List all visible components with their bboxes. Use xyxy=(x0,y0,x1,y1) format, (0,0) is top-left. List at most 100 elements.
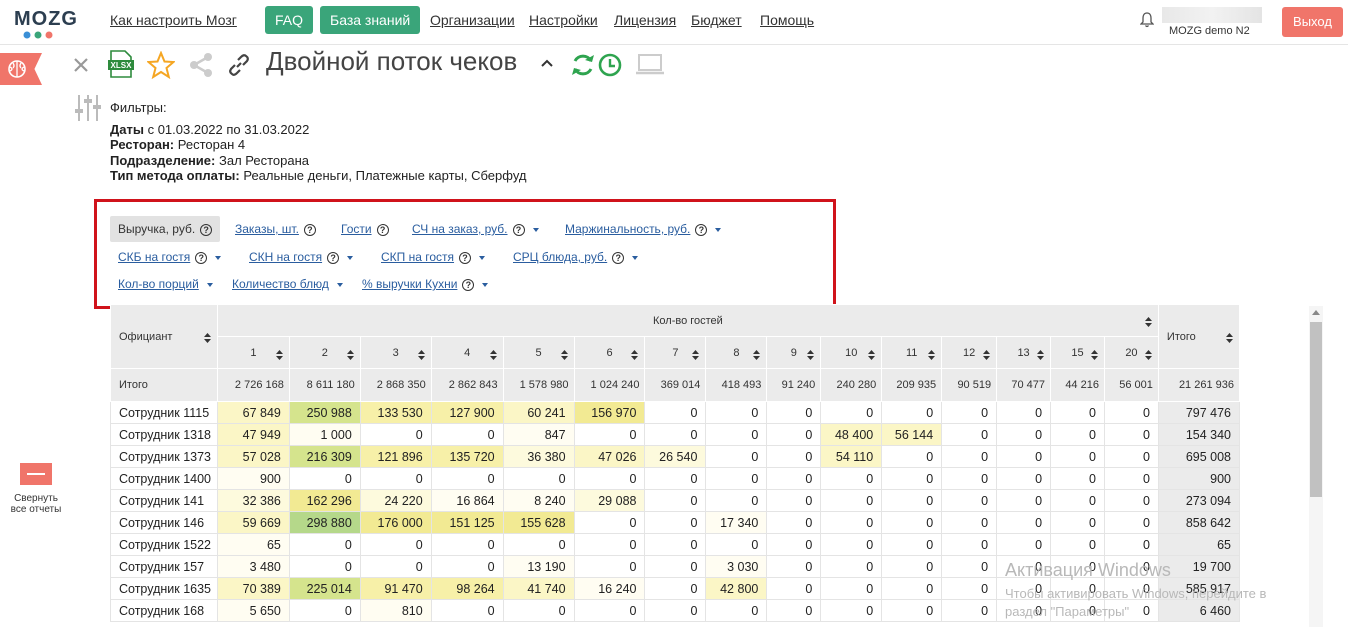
guests-col-9[interactable]: 9 xyxy=(766,336,822,369)
sort-icon[interactable] xyxy=(1090,350,1098,360)
value-cell: 0 xyxy=(881,401,943,424)
guests-col-11[interactable]: 11 xyxy=(881,336,943,369)
table-row[interactable]: Сотрудник 157 3 480 0 0 0 13 190 0 0 3 030 0 0 0 0 0 0… xyxy=(110,555,1240,578)
monitor-icon[interactable] xyxy=(635,53,665,77)
sort-icon[interactable] xyxy=(1144,317,1152,327)
sort-icon[interactable] xyxy=(1037,350,1045,360)
sort-icon[interactable] xyxy=(1144,350,1152,360)
guests-col-5[interactable]: 5 xyxy=(502,336,575,369)
scrollbar-thumb[interactable] xyxy=(1310,322,1322,497)
nav-help[interactable]: Помощь xyxy=(760,12,814,28)
sort-icon[interactable] xyxy=(928,350,936,360)
metric-dish-count[interactable]: Количество блюд xyxy=(232,277,343,291)
close-icon[interactable] xyxy=(72,56,90,74)
metric-orders[interactable]: Заказы, шт.? xyxy=(235,222,316,236)
metric-skb-per-guest[interactable]: СКБ на гостя? xyxy=(118,250,222,264)
vertical-scrollbar[interactable] xyxy=(1309,306,1323,627)
sort-icon[interactable] xyxy=(417,350,425,360)
guests-col-15[interactable]: 15 xyxy=(1050,336,1105,369)
sort-icon[interactable] xyxy=(807,350,815,360)
metric-kitchen-revenue-pct[interactable]: % выручки Кухни? xyxy=(362,277,489,291)
bell-icon[interactable] xyxy=(1140,12,1154,28)
table-row[interactable]: Сотрудник 1400 900 0 0 0 0 0 0 0 0 0 0 0 0 0 0 900 xyxy=(110,467,1240,490)
totals-row: Итого 2 726 168 8 611 180 2 868 350 2 862 84… xyxy=(110,368,1240,402)
value-cell: 13 190 xyxy=(502,555,575,578)
sort-icon[interactable] xyxy=(1226,332,1233,343)
guests-col-1[interactable]: 1 xyxy=(216,336,290,369)
guests-col-8[interactable]: 8 xyxy=(705,336,768,369)
xlsx-export-icon[interactable]: XLSX xyxy=(108,50,134,78)
collapse-icon xyxy=(20,463,52,485)
mozg-logo[interactable]: MOZG xyxy=(14,6,77,39)
metric-revenue[interactable]: Выручка, руб.? xyxy=(110,216,221,242)
share-icon[interactable] xyxy=(188,52,214,78)
sort-icon[interactable] xyxy=(489,350,497,360)
value-cell: 54 110 xyxy=(820,445,883,468)
guests-col-7[interactable]: 7 xyxy=(644,336,707,369)
guests-col-10[interactable]: 10 xyxy=(820,336,883,369)
scroll-up-arrow-icon[interactable] xyxy=(1312,310,1320,315)
clock-icon[interactable] xyxy=(597,52,623,78)
user-name[interactable]: MOZG demo N2 xyxy=(1169,25,1250,37)
value-cell: 0 xyxy=(996,489,1052,512)
guests-group-header[interactable]: Кол-во гостей xyxy=(216,304,1159,337)
reports-side-tab[interactable] xyxy=(0,53,42,85)
totals-cell: 56 001 xyxy=(1103,368,1159,402)
sort-icon[interactable] xyxy=(631,350,639,360)
value-cell: 216 309 xyxy=(288,445,361,468)
table-row[interactable]: Сотрудник 1373 57 028 216 309 121 896 135 72… xyxy=(110,445,1240,468)
collapse-all-reports[interactable]: Свернуть все отчеты xyxy=(6,463,66,515)
sort-icon[interactable] xyxy=(692,350,700,360)
table-row[interactable]: Сотрудник 141 32 386 162 296 24 220 16 864 8 … xyxy=(110,489,1240,512)
refresh-icon[interactable] xyxy=(570,52,596,78)
value-cell: 57 028 xyxy=(216,445,290,468)
value-cell: 0 xyxy=(573,423,646,446)
guests-col-2[interactable]: 2 xyxy=(288,336,361,369)
nav-license[interactable]: Лицензия xyxy=(614,12,676,28)
table-row[interactable]: Сотрудник 1115 67 849 250 988 133 530 127 90… xyxy=(110,401,1240,424)
guests-col-4[interactable]: 4 xyxy=(430,336,504,369)
metric-margin[interactable]: Маржинальность, руб.? xyxy=(565,222,722,236)
guests-col-13[interactable]: 13 xyxy=(996,336,1052,369)
chevron-up-icon[interactable] xyxy=(540,58,554,68)
star-icon[interactable] xyxy=(147,51,175,79)
value-cell: 0 xyxy=(644,423,707,446)
filters-sliders-icon[interactable] xyxy=(74,93,102,123)
nav-settings[interactable]: Настройки xyxy=(529,12,598,28)
metric-skp-per-guest[interactable]: СКП на гостя? xyxy=(381,250,486,264)
guests-col-6[interactable]: 6 xyxy=(573,336,646,369)
sort-icon[interactable] xyxy=(275,350,283,360)
guests-col-20[interactable]: 20 xyxy=(1103,336,1159,369)
faq-button[interactable]: FAQ xyxy=(265,6,314,34)
metric-skn-per-guest[interactable]: СКН на гостя? xyxy=(249,250,354,264)
table-row[interactable]: Сотрудник 1318 47 949 1 000 0 0 847 0 0 0 0 48 400… xyxy=(110,423,1240,446)
metric-portions[interactable]: Кол-во порций xyxy=(118,277,213,291)
user-avatar-blurred[interactable] xyxy=(1162,7,1262,23)
value-cell: 0 xyxy=(573,511,646,534)
logout-button[interactable]: Выход xyxy=(1282,7,1343,37)
table-row[interactable]: Сотрудник 1635 70 389 225 014 91 470 98 264 4… xyxy=(110,577,1240,600)
table-row[interactable]: Сотрудник 146 59 669 298 880 176 000 151 125… xyxy=(110,511,1240,534)
sort-icon[interactable] xyxy=(868,350,876,360)
metric-guests[interactable]: Гости? xyxy=(341,222,389,236)
sort-icon[interactable] xyxy=(753,350,761,360)
waiter-header[interactable]: Официант xyxy=(110,304,218,369)
caret-down-icon xyxy=(206,282,213,287)
link-icon[interactable] xyxy=(226,52,252,78)
table-row[interactable]: Сотрудник 1522 65 0 0 0 0 0 0 0 0 0 0 0 0 0 0 65 xyxy=(110,533,1240,556)
nav-organizations[interactable]: Организации xyxy=(430,12,515,28)
sort-icon[interactable] xyxy=(346,350,354,360)
nav-how-to-setup[interactable]: Как настроить Мозг xyxy=(110,12,237,28)
metric-avg-dish-price[interactable]: СРЦ блюда, руб.? xyxy=(513,250,639,264)
sort-icon[interactable] xyxy=(983,350,991,360)
table-row[interactable]: Сотрудник 168 5 650 0 810 0 0 0 0 0 0 0 0 0 0 0 0 6 460 xyxy=(110,599,1240,622)
total-header[interactable]: Итого xyxy=(1157,304,1240,369)
sort-icon[interactable] xyxy=(203,332,211,343)
sort-icon[interactable] xyxy=(560,350,568,360)
guests-col-3[interactable]: 3 xyxy=(359,336,432,369)
metric-avg-check[interactable]: СЧ на заказ, руб.? xyxy=(412,222,539,236)
knowledge-base-button[interactable]: База знаний xyxy=(320,6,421,34)
nav-budget[interactable]: Бюджет xyxy=(691,12,742,28)
guests-col-12[interactable]: 12 xyxy=(941,336,998,369)
caret-down-icon xyxy=(532,227,539,232)
